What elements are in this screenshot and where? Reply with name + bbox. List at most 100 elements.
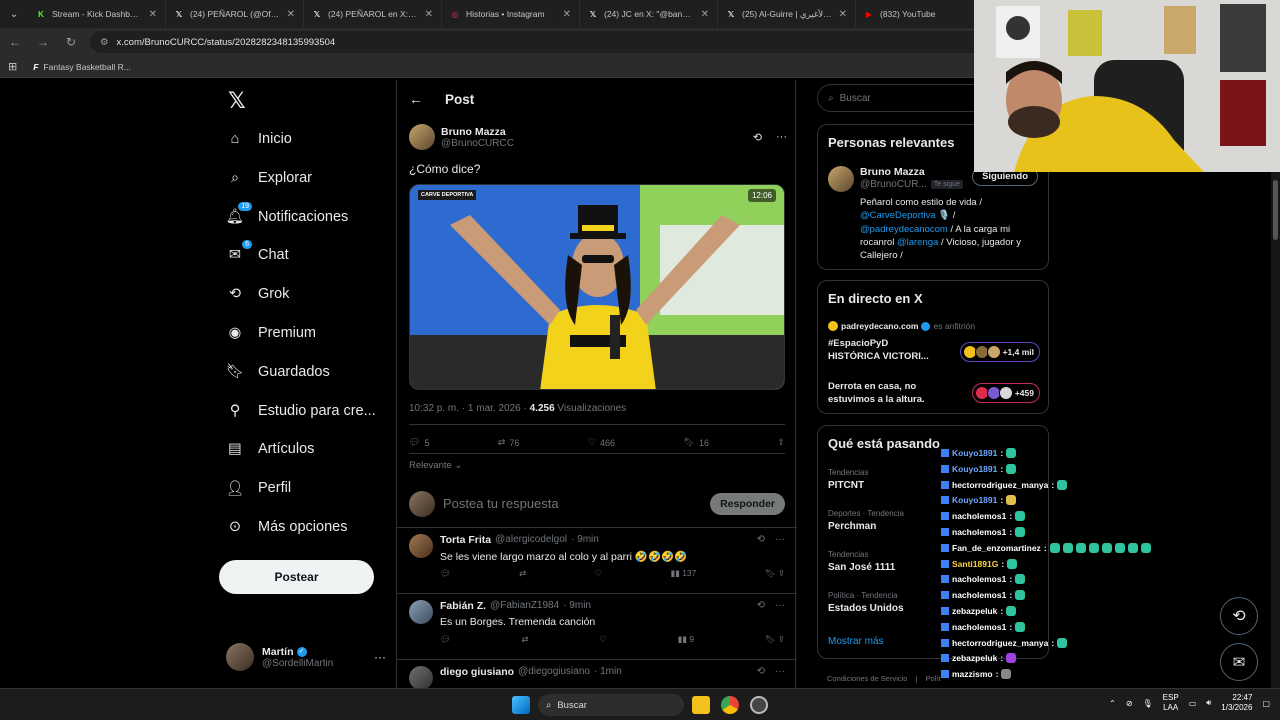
reply-icon[interactable]: 💬︎ [440, 634, 451, 645]
browser-tab[interactable]: 𝕏 (24) PEÑAROL en X: "No ✕ [304, 0, 442, 28]
sort-dropdown[interactable]: Relevante ⌄ [409, 460, 462, 471]
nav-item-chat[interactable]: ✉ 6 Chat [226, 240, 289, 268]
bookmark-icon[interactable]: 🔖︎ ⇪ [765, 568, 785, 579]
back-arrow-icon[interactable]: ← [409, 91, 423, 107]
browser-tab[interactable]: ◎ Historias • Instagram ✕ [442, 0, 580, 28]
repost-action[interactable]: ⇄ 76 [498, 437, 520, 448]
reply-author-name[interactable]: diego giusiano [440, 666, 514, 678]
reply-time[interactable]: · 1min [594, 666, 622, 678]
bio-link[interactable]: @padreydecanocom [860, 224, 948, 235]
views-action[interactable]: ▮▮ 137 [670, 568, 696, 579]
grok-fab[interactable]: ⟲ [1220, 597, 1258, 635]
nav-item-inicio[interactable]: ⌂ Inicio [226, 126, 292, 152]
reply-action[interactable]: 💬︎ 5 [409, 437, 429, 448]
account-switcher[interactable]: Martín ✓ @SordelliMartin ··· [226, 643, 386, 671]
reply-icon[interactable]: 💬︎ [440, 568, 451, 579]
chat-username[interactable]: hectorrodriguez_manya [952, 638, 1048, 648]
share-action[interactable]: ⇪ [777, 437, 785, 448]
chat-username[interactable]: nacholemos1 [952, 590, 1006, 600]
nav-item-estudio-para-cre[interactable]: ⚲ Estudio para cre... [226, 398, 376, 424]
avatar[interactable] [409, 666, 433, 690]
reply-time[interactable]: · 9min [571, 534, 599, 546]
more-icon[interactable]: ··· [775, 600, 785, 611]
reply-post[interactable]: Torta Frita @alergicodelgol · 9min ⟲ ··· Se l… [397, 528, 797, 594]
back-icon[interactable]: ← [6, 33, 24, 51]
taskbar-search[interactable]: ⌕ Buscar [538, 694, 684, 716]
notification-icon[interactable]: ▢ [1262, 699, 1270, 708]
more-icon[interactable]: ··· [374, 650, 386, 664]
nav-item-guardados[interactable]: 🔖︎ Guardados [226, 359, 330, 385]
close-icon[interactable]: ✕ [425, 9, 433, 20]
reply-author-handle[interactable]: @FabianZ1984 [490, 600, 559, 612]
close-icon[interactable]: ✕ [287, 9, 295, 20]
file-explorer-icon[interactable] [692, 696, 710, 714]
messages-fab[interactable]: ✉ [1220, 643, 1258, 681]
reply-button[interactable]: Responder [710, 492, 785, 515]
avatar[interactable] [828, 166, 854, 192]
chrome-icon[interactable] [721, 696, 739, 714]
author-name[interactable]: Bruno Mazza [441, 126, 747, 138]
nav-item-explorar[interactable]: ⌕ Explorar [226, 165, 312, 191]
site-info-icon[interactable]: ⚙ [100, 37, 109, 48]
close-icon[interactable]: ✕ [563, 9, 571, 20]
chat-username[interactable]: mazzismo [952, 669, 993, 679]
more-icon[interactable]: ··· [775, 534, 785, 545]
avatar[interactable] [409, 600, 433, 624]
close-icon[interactable]: ✕ [149, 9, 157, 20]
trend-item[interactable]: Tendencias San José 1111 [828, 550, 895, 573]
chat-username[interactable]: hectorrodriguez_manya [952, 480, 1048, 490]
nav-item-más-opciones[interactable]: ⊙ Más opciones [226, 514, 348, 540]
browser-tab[interactable]: K Stream - Kick Dashboard ✕ [28, 0, 166, 28]
volume-icon[interactable]: 🔊︎ [1206, 698, 1211, 708]
repost-icon[interactable]: ⇄ [519, 568, 526, 579]
trend-item[interactable]: Deportes · Tendencia Perchman [828, 509, 904, 532]
chat-username[interactable]: nacholemos1 [952, 511, 1006, 521]
reply-post[interactable]: Fabián Z. @FabianZ1984 · 9min ⟲ ··· Es un Bor… [397, 594, 797, 660]
chat-username[interactable]: Kouyo1891 [952, 495, 997, 505]
tab-search-chevron-icon[interactable]: ⌄ [0, 0, 28, 28]
chat-username[interactable]: Kouyo1891 [952, 464, 997, 474]
windows-start-icon[interactable] [512, 696, 530, 714]
apps-grid-icon[interactable]: ⊞ [8, 60, 17, 73]
reply-input[interactable]: Postea tu respuesta [443, 496, 702, 511]
grok-icon[interactable]: ⟲ [757, 600, 765, 611]
browser-tab[interactable]: 𝕏 (24) PEÑAROL (@OficialC ✕ [166, 0, 304, 28]
trend-item[interactable]: Política · Tendencia Estados Unidos [828, 591, 904, 614]
chat-username[interactable]: Fan_de_enzomartinez [952, 543, 1041, 553]
display-icon[interactable]: ▭ [1189, 699, 1197, 708]
live-host[interactable]: padreydecano.com es anfitrión [828, 321, 975, 331]
page-scrollbar[interactable] [1271, 172, 1280, 688]
reload-icon[interactable]: ↻ [62, 33, 80, 51]
live-space-item[interactable]: Derrota en casa, no estuvimos a la altur… [828, 381, 1040, 407]
close-icon[interactable]: ✕ [839, 9, 847, 20]
chat-username[interactable]: Santi1891G [952, 559, 998, 569]
language-indicator[interactable]: ESP LAA [1163, 693, 1179, 714]
bookmark-icon[interactable]: 🔖︎ ⇪ [765, 634, 785, 645]
bio-link[interactable]: @CarveDeportiva [860, 210, 936, 221]
chat-username[interactable]: zebazpeluk [952, 653, 997, 663]
post-timestamp[interactable]: 10:32 p. m. · 1 mar. 2026 · [409, 403, 530, 414]
forward-icon[interactable]: → [34, 33, 52, 51]
post-video[interactable]: CARVE DEPORTIVA 12:06 [409, 184, 785, 390]
share-icon[interactable]: ⇪ [778, 634, 785, 644]
network-off-icon[interactable]: ⊘ [1126, 699, 1133, 708]
repost-icon[interactable]: ⇄ [521, 634, 528, 645]
chat-username[interactable]: Kouyo1891 [952, 448, 997, 458]
bio-link[interactable]: @larenga [897, 237, 938, 248]
chat-username[interactable]: nacholemos1 [952, 574, 1006, 584]
nav-item-perfil[interactable]: 👤︎ Perfil [226, 475, 291, 501]
url-text[interactable]: x.com/BrunoCURCC/status/2028282348135993… [117, 37, 336, 48]
like-action[interactable]: ♡ 466 [588, 437, 615, 448]
browser-tab[interactable]: 𝕏 (24) JC en X: "@banewur ✕ [580, 0, 718, 28]
scrollbar-thumb[interactable] [1273, 180, 1278, 240]
chat-username[interactable]: zebazpeluk [952, 606, 997, 616]
relevant-user[interactable]: Bruno Mazza @BrunoCUR... Te sigue [860, 166, 963, 190]
url-bar[interactable]: ⚙ x.com/BrunoCURCC/status/20282823481359… [90, 31, 1050, 53]
tray-chevron-up-icon[interactable]: ⌃ [1109, 699, 1116, 708]
grok-icon[interactable]: ⟲ [757, 666, 765, 677]
grok-icon[interactable]: ⟲ [753, 131, 762, 144]
avatar[interactable] [409, 534, 433, 558]
nav-item-artículos[interactable]: ▤ Artículos [226, 436, 314, 462]
trend-item[interactable]: Tendencias PITCNT [828, 468, 868, 491]
heart-icon[interactable]: ♡ [595, 568, 603, 579]
